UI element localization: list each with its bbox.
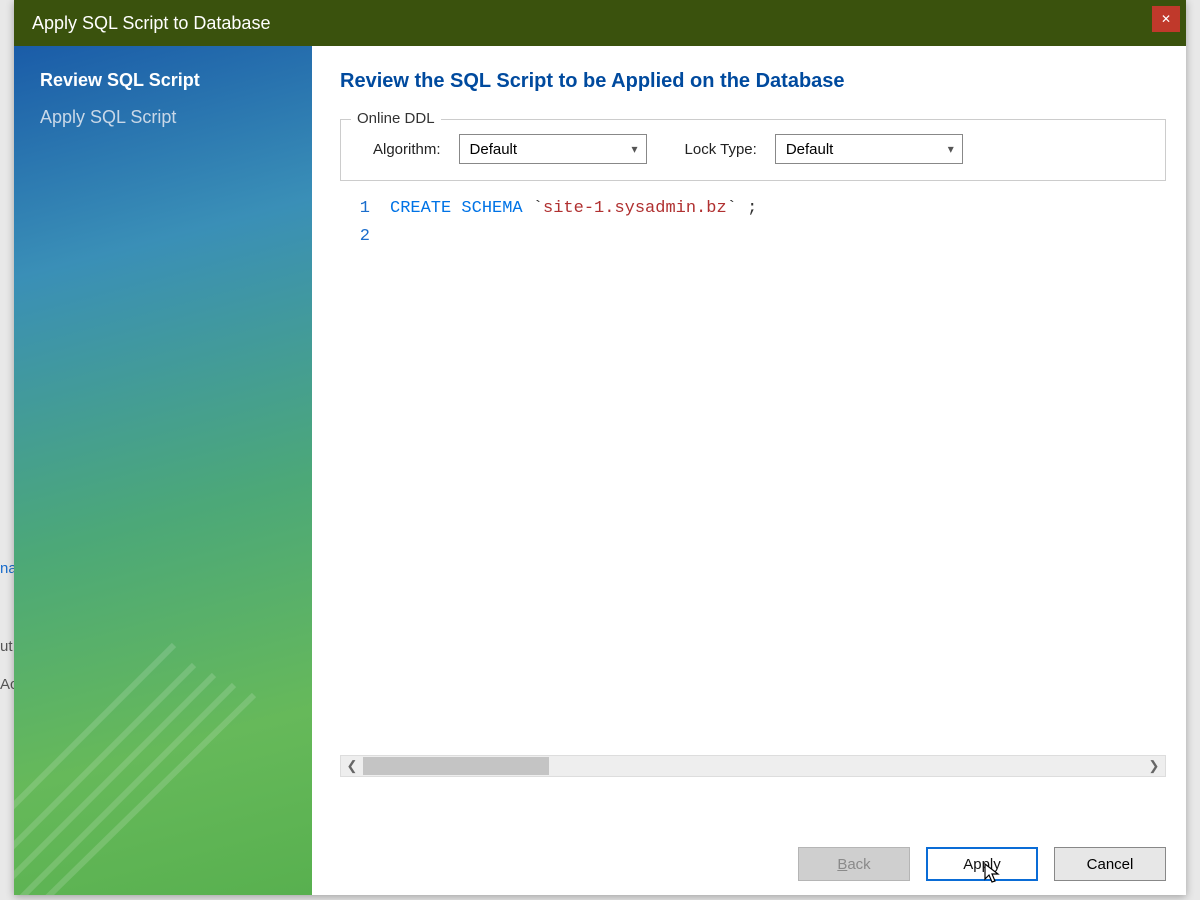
line-number: 2: [340, 223, 370, 251]
ddl-row: Algorithm: Default ▾ Lock Type: Default …: [357, 134, 1149, 164]
scroll-thumb[interactable]: [363, 757, 549, 775]
decorative-streaks: [14, 535, 312, 895]
sql-punct: ;: [737, 199, 757, 218]
sidebar-item-label: Review SQL Script: [40, 70, 200, 90]
sidebar-step-apply[interactable]: Apply SQL Script: [40, 101, 312, 138]
sql-editor[interactable]: 1 2 CREATE SCHEMA `site-1.sysadmin.bz` ;: [340, 189, 1166, 751]
sql-keyword: CREATE SCHEMA: [390, 199, 523, 218]
line-number-gutter: 1 2: [340, 195, 390, 751]
button-label: Back: [837, 856, 870, 873]
window-title: Apply SQL Script to Database: [32, 13, 270, 34]
sql-punct: `: [727, 199, 737, 218]
lock-type-select[interactable]: Default ▾: [775, 134, 963, 164]
apply-sql-dialog: Apply SQL Script to Database ✕ Review SQ…: [14, 0, 1186, 895]
close-icon: ✕: [1161, 12, 1171, 26]
titlebar: Apply SQL Script to Database ✕: [14, 0, 1186, 46]
online-ddl-fieldset: Online DDL Algorithm: Default ▾ Lock Typ…: [340, 119, 1166, 181]
back-button: Back: [798, 847, 910, 881]
algorithm-label: Algorithm:: [373, 141, 441, 158]
scroll-left-icon[interactable]: ❮: [341, 758, 363, 774]
line-number: 1: [340, 195, 370, 223]
button-label: Apply: [963, 856, 1001, 873]
wizard-sidebar: Review SQL Script Apply SQL Script: [14, 46, 312, 895]
chevron-down-icon: ▾: [632, 142, 638, 156]
chevron-down-icon: ▾: [948, 142, 954, 156]
sidebar-item-label: Apply SQL Script: [40, 107, 176, 127]
scroll-right-icon[interactable]: ❯: [1143, 758, 1165, 774]
scroll-track[interactable]: [363, 756, 1143, 776]
algorithm-value: Default: [470, 141, 518, 158]
main-panel: Review the SQL Script to be Applied on t…: [312, 46, 1186, 895]
lock-type-value: Default: [786, 141, 834, 158]
horizontal-scrollbar[interactable]: ❮ ❯: [340, 755, 1166, 777]
code-area[interactable]: CREATE SCHEMA `site-1.sysadmin.bz` ;: [390, 195, 1166, 751]
button-row: Back Apply Cancel: [340, 777, 1166, 881]
algorithm-select[interactable]: Default ▾: [459, 134, 647, 164]
apply-button[interactable]: Apply: [926, 847, 1038, 881]
sidebar-step-review[interactable]: Review SQL Script: [40, 64, 312, 101]
sql-punct: `: [523, 199, 543, 218]
page-title: Review the SQL Script to be Applied on t…: [340, 70, 1166, 93]
fieldset-legend: Online DDL: [351, 110, 441, 127]
lock-type-label: Lock Type:: [685, 141, 757, 158]
cancel-button[interactable]: Cancel: [1054, 847, 1166, 881]
close-button[interactable]: ✕: [1152, 6, 1180, 32]
dialog-body: Review SQL Script Apply SQL Script Revie…: [14, 46, 1186, 895]
sql-identifier: site-1.sysadmin.bz: [543, 199, 727, 218]
button-label: Cancel: [1087, 856, 1134, 873]
